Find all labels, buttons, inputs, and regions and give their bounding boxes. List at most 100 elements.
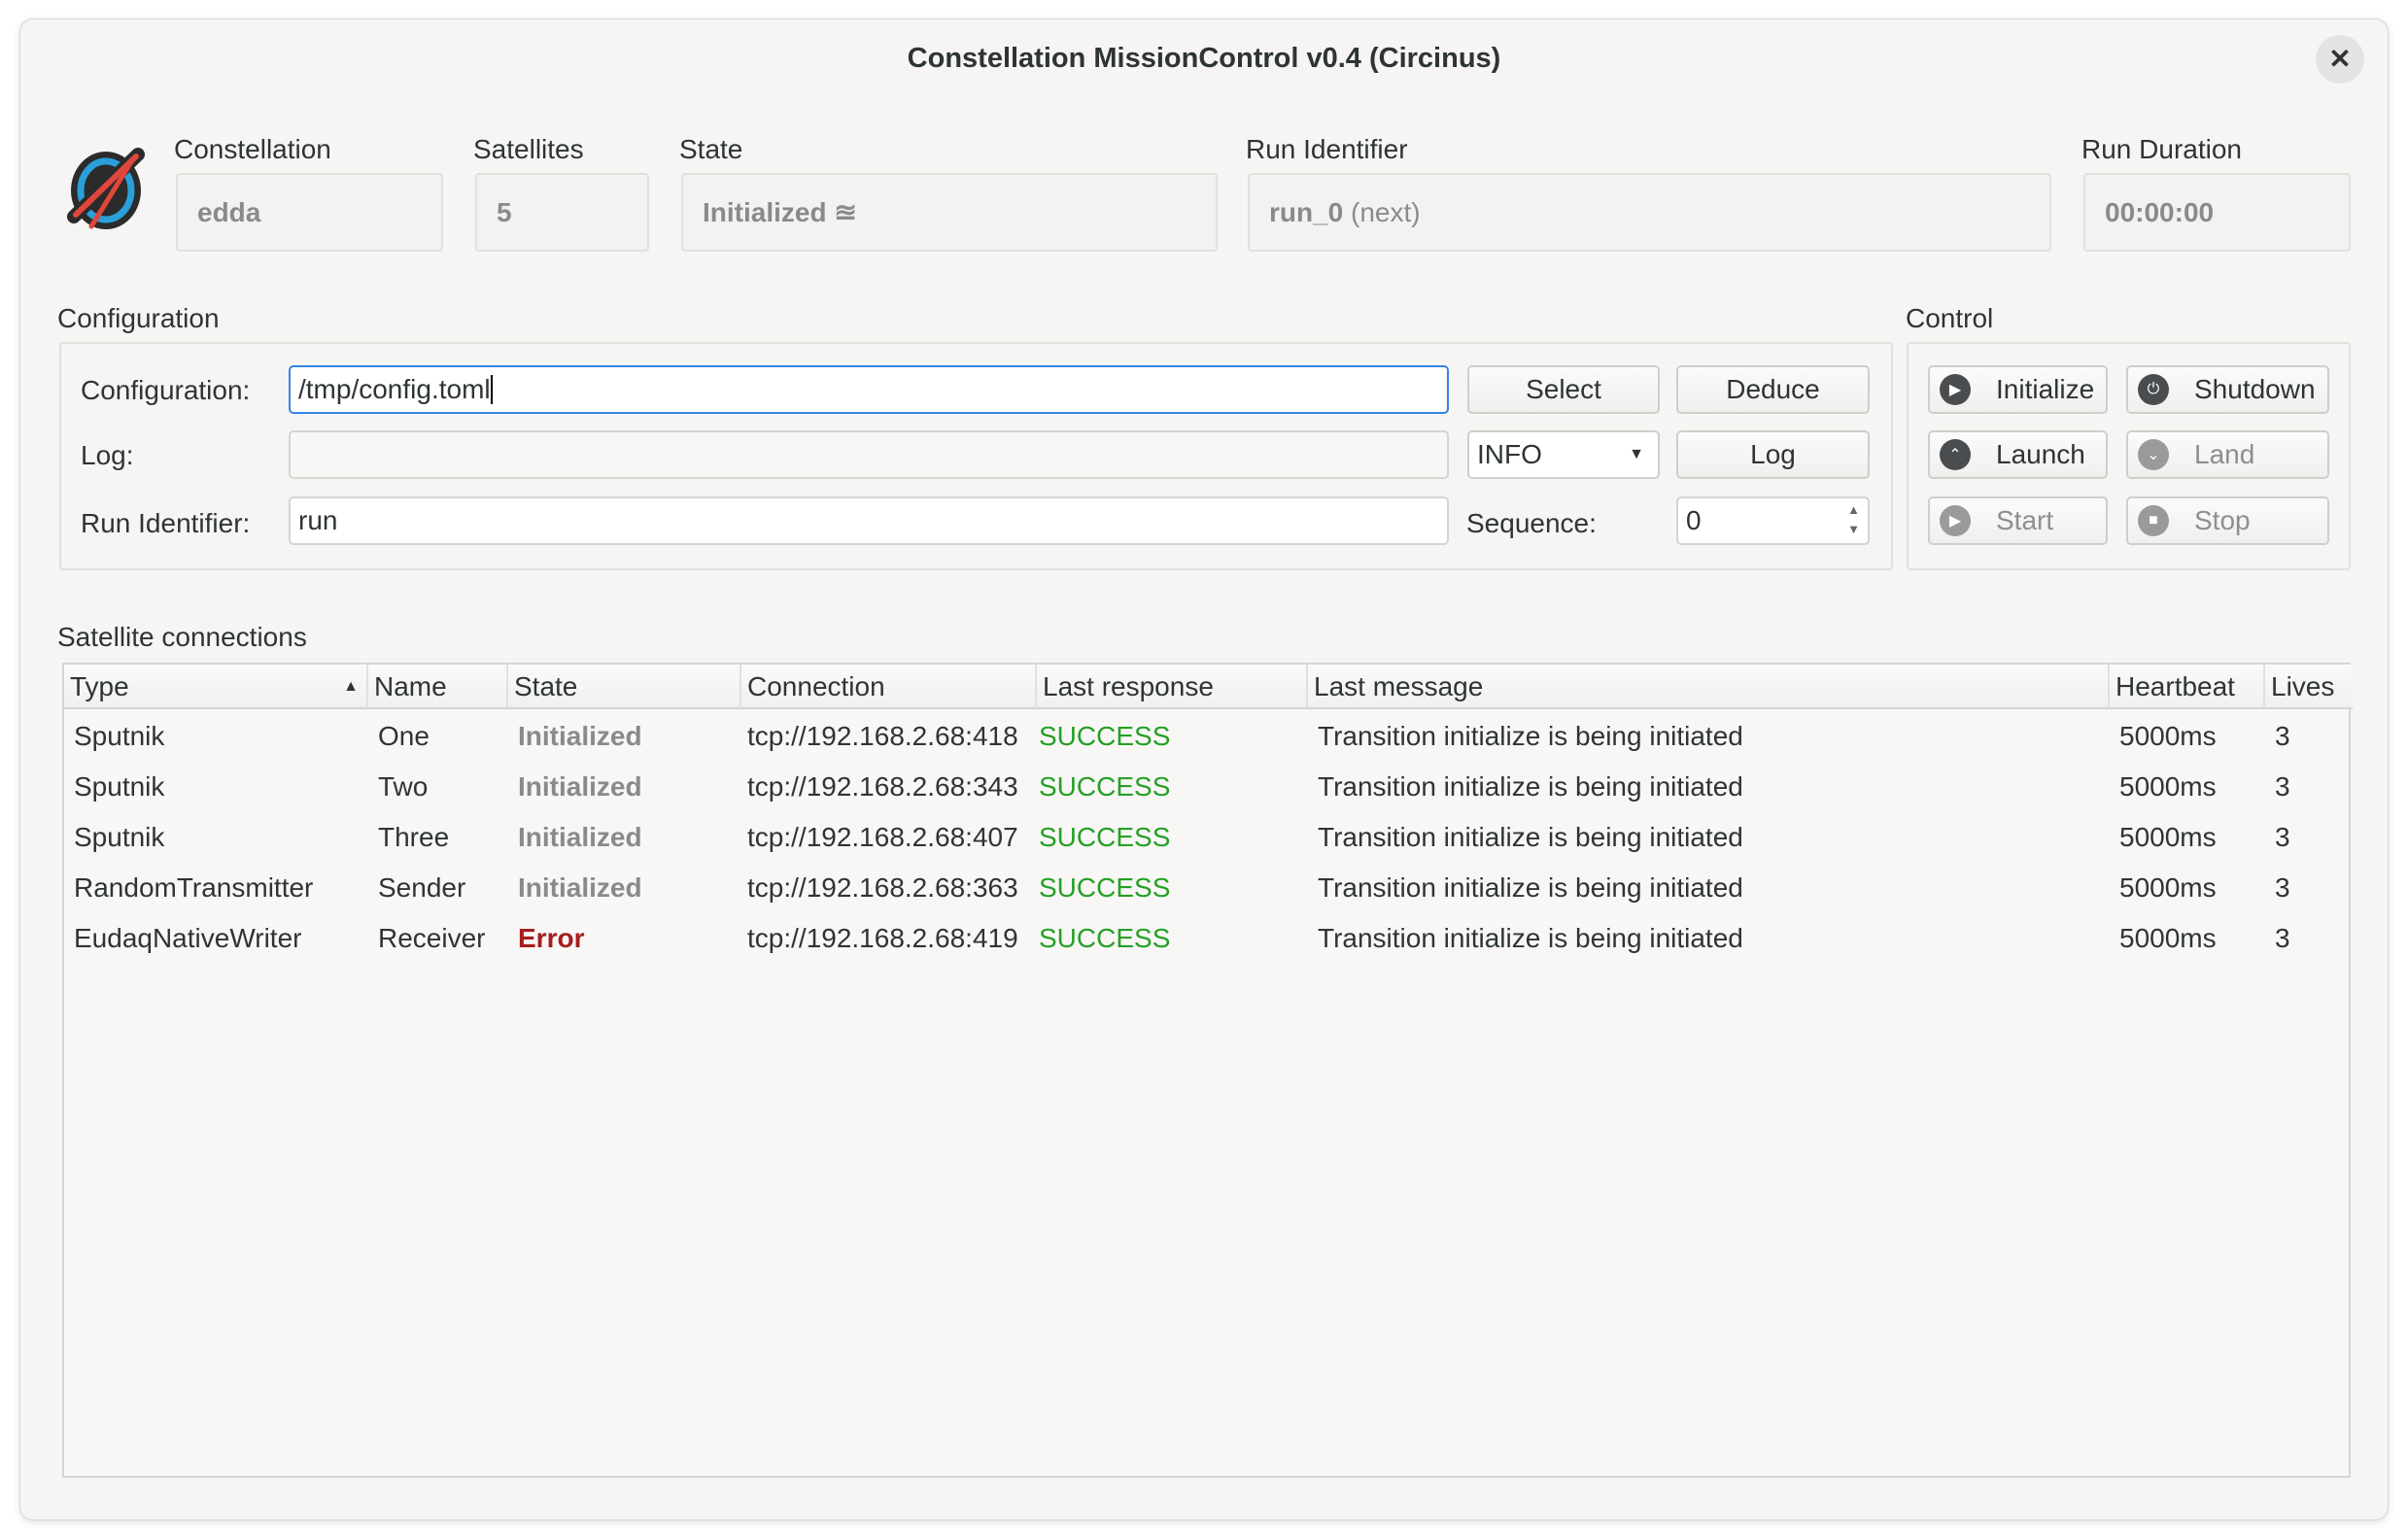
constellation-field: edda (176, 173, 443, 252)
column-header-connection[interactable]: Connection (741, 665, 1037, 709)
config-label: Configuration: (81, 375, 251, 405)
cell-lives: 3 (2275, 872, 2290, 903)
cell-heartbeat: 5000ms (2119, 923, 2217, 953)
cell-type: Sputnik (74, 771, 165, 802)
stop-icon: ■ (2138, 505, 2169, 536)
sequence-spinbox[interactable]: 0 ▲ ▼ (1676, 496, 1870, 545)
launch-button[interactable]: ⌃ Launch (1928, 430, 2108, 479)
table-row[interactable]: Sputnik One Initialized tcp://192.168.2.68:… (64, 711, 2349, 762)
sort-ascending-icon: ▲ (343, 678, 359, 695)
cell-message: Transition initialize is being initiated (1318, 721, 1743, 751)
state-label: State (679, 134, 743, 164)
sequence-value: 0 (1686, 505, 1702, 535)
power-icon: ⏻ (2138, 374, 2169, 405)
run-duration-label: Run Duration (2081, 134, 2242, 164)
cell-message: Transition initialize is being initiated (1318, 771, 1743, 802)
initialize-button[interactable]: ▶ Initialize (1928, 365, 2108, 414)
column-header-lives[interactable]: Lives (2265, 665, 2353, 709)
state-field: Initialized ≊ (681, 173, 1218, 252)
run-id-input[interactable]: run (289, 496, 1449, 545)
cell-heartbeat: 5000ms (2119, 721, 2217, 751)
cell-state: Initialized (518, 872, 642, 903)
text-cursor (490, 375, 493, 404)
shutdown-label: Shutdown (2194, 374, 2316, 404)
stop-button[interactable]: ■ Stop (2126, 496, 2329, 545)
log-level-value: INFO (1477, 439, 1542, 469)
land-label: Land (2194, 439, 2255, 469)
column-header-name[interactable]: Name (368, 665, 508, 709)
start-label: Start (1996, 505, 2054, 535)
cell-state: Error (518, 923, 585, 953)
cell-connection: tcp://192.168.2.68:419 (747, 923, 1018, 953)
column-header-label: Type (70, 671, 129, 701)
cell-response: SUCCESS (1039, 822, 1171, 852)
dropdown-arrow-icon: ▼ (1629, 446, 1644, 462)
run-identifier-suffix: (next) (1351, 196, 1421, 227)
cell-heartbeat: 5000ms (2119, 771, 2217, 802)
cell-lives: 3 (2275, 822, 2290, 852)
table-row[interactable]: Sputnik Two Initialized tcp://192.168.2.68:… (64, 762, 2349, 812)
start-button[interactable]: ▶ Start (1928, 496, 2108, 545)
cell-name: Receiver (378, 923, 486, 953)
cell-state: Initialized (518, 771, 642, 802)
satellites-field: 5 (475, 173, 649, 252)
log-button[interactable]: Log (1676, 430, 1870, 479)
spin-arrows-icon[interactable]: ▲ ▼ (1847, 500, 1860, 539)
stop-label: Stop (2194, 505, 2251, 535)
run-id-label: Run Identifier: (81, 508, 251, 538)
run-duration-field: 00:00:00 (2083, 173, 2351, 252)
log-input[interactable] (289, 430, 1449, 479)
column-header-heartbeat[interactable]: Heartbeat (2110, 665, 2265, 709)
cell-lives: 3 (2275, 721, 2290, 751)
chevron-down-icon: ⌄ (2138, 439, 2169, 470)
main-window: Constellation MissionControl v0.4 (Circi… (19, 18, 2389, 1520)
cell-message: Transition initialize is being initiated (1318, 872, 1743, 903)
cell-message: Transition initialize is being initiated (1318, 822, 1743, 852)
table-row[interactable]: EudaqNativeWriter Receiver Error tcp://192.… (64, 913, 2349, 964)
column-header-last-message[interactable]: Last message (1308, 665, 2110, 709)
cell-lives: 3 (2275, 923, 2290, 953)
cell-state: Initialized (518, 822, 642, 852)
cell-connection: tcp://192.168.2.68:343 (747, 771, 1018, 802)
cell-name: Three (378, 822, 450, 852)
cell-type: EudaqNativeWriter (74, 923, 302, 953)
satellite-connections-label: Satellite connections (57, 622, 307, 652)
cell-state: Initialized (518, 721, 642, 751)
cell-type: Sputnik (74, 721, 165, 751)
constellation-logo (67, 148, 145, 229)
configuration-group-label: Configuration (57, 303, 220, 333)
run-identifier-label: Run Identifier (1246, 134, 1408, 164)
log-label: Log: (81, 440, 134, 470)
config-path-input[interactable]: /tmp/config.toml (289, 365, 1449, 414)
column-header-type[interactable]: Type ▲ (64, 665, 368, 709)
log-level-select[interactable]: INFO ▼ (1467, 430, 1660, 479)
table-row[interactable]: RandomTransmitter Sender Initialized tcp://… (64, 863, 2349, 913)
window-title: Constellation MissionControl v0.4 (Circi… (907, 43, 1501, 74)
shutdown-button[interactable]: ⏻ Shutdown (2126, 365, 2329, 414)
cell-response: SUCCESS (1039, 721, 1171, 751)
initialize-icon: ▶ (1940, 374, 1971, 405)
satellite-table: Type ▲ Name State Connection Last respons… (62, 663, 2353, 1478)
cell-connection: tcp://192.168.2.68:418 (747, 721, 1018, 751)
constellation-label: Constellation (174, 134, 331, 164)
cell-name: One (378, 721, 430, 751)
column-header-state[interactable]: State (508, 665, 741, 709)
cell-connection: tcp://192.168.2.68:363 (747, 872, 1018, 903)
close-icon[interactable]: ✕ (2316, 35, 2364, 84)
initialize-label: Initialize (1996, 374, 2095, 404)
launch-label: Launch (1996, 439, 2085, 469)
cell-response: SUCCESS (1039, 872, 1171, 903)
land-button[interactable]: ⌄ Land (2126, 430, 2329, 479)
deduce-button[interactable]: Deduce (1676, 365, 1870, 414)
config-path-value: /tmp/config.toml (298, 374, 491, 404)
play-icon: ▶ (1940, 505, 1971, 536)
column-header-last-response[interactable]: Last response (1037, 665, 1308, 709)
cell-connection: tcp://192.168.2.68:407 (747, 822, 1018, 852)
select-button[interactable]: Select (1467, 365, 1660, 414)
sequence-label: Sequence: (1466, 508, 1597, 538)
cell-type: RandomTransmitter (74, 872, 314, 903)
table-row[interactable]: Sputnik Three Initialized tcp://192.168.2.6… (64, 812, 2349, 863)
run-identifier-value: run_0 (1269, 196, 1344, 227)
cell-heartbeat: 5000ms (2119, 822, 2217, 852)
cell-response: SUCCESS (1039, 923, 1171, 953)
